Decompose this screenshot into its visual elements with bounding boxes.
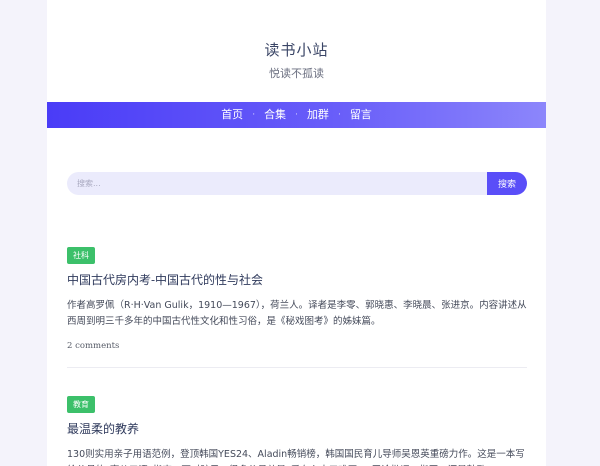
search-button[interactable]: 搜索 [487, 172, 527, 195]
post-item: 社科 中国古代房内考-中国古代的性与社会 作者高罗佩（R·H·Van Gulik… [67, 243, 527, 368]
post-excerpt: 作者高罗佩（R·H·Van Gulik，1910—1967），荷兰人。译者是李零… [67, 300, 527, 327]
nav-separator: · [252, 110, 256, 120]
post-excerpt: 130则实用亲子用语范例，登顶韩国YES24、Aladin畅销榜，韩国国民育儿导… [67, 449, 525, 466]
nav-separator: · [295, 110, 298, 120]
post-divider [67, 367, 527, 368]
main-nav: 首页 · 合集 · 加群 · 留言 [47, 102, 546, 128]
nav-separator: · [337, 110, 341, 120]
site-tagline: 悦读不孤读 [269, 67, 324, 80]
page-container: 读书小站 悦读不孤读 首页 · 合集 · 加群 · 留言 搜索 社科 中国古代房… [47, 0, 546, 466]
site-title[interactable]: 读书小站 [47, 0, 546, 60]
post-item: 教育 最温柔的教养 130则实用亲子用语范例，登顶韩国YES24、Aladin畅… [67, 392, 527, 466]
search-input[interactable] [67, 172, 487, 195]
nav-item-guestbook[interactable]: 留言 [350, 102, 372, 128]
nav-item-collections[interactable]: 合集 [264, 102, 286, 128]
search-form: 搜索 [67, 172, 527, 195]
post-title[interactable]: 中国古代房内考-中国古代的性与社会 [67, 272, 527, 288]
category-tag[interactable]: 教育 [67, 396, 95, 413]
comments-link[interactable]: 2 comments [67, 340, 527, 352]
nav-item-join-group[interactable]: 加群 [307, 102, 329, 128]
nav-item-home[interactable]: 首页 [221, 102, 243, 128]
site-header: 读书小站 悦读不孤读 [47, 0, 546, 102]
post-title[interactable]: 最温柔的教养 [67, 421, 527, 437]
category-tag[interactable]: 社科 [67, 247, 95, 264]
